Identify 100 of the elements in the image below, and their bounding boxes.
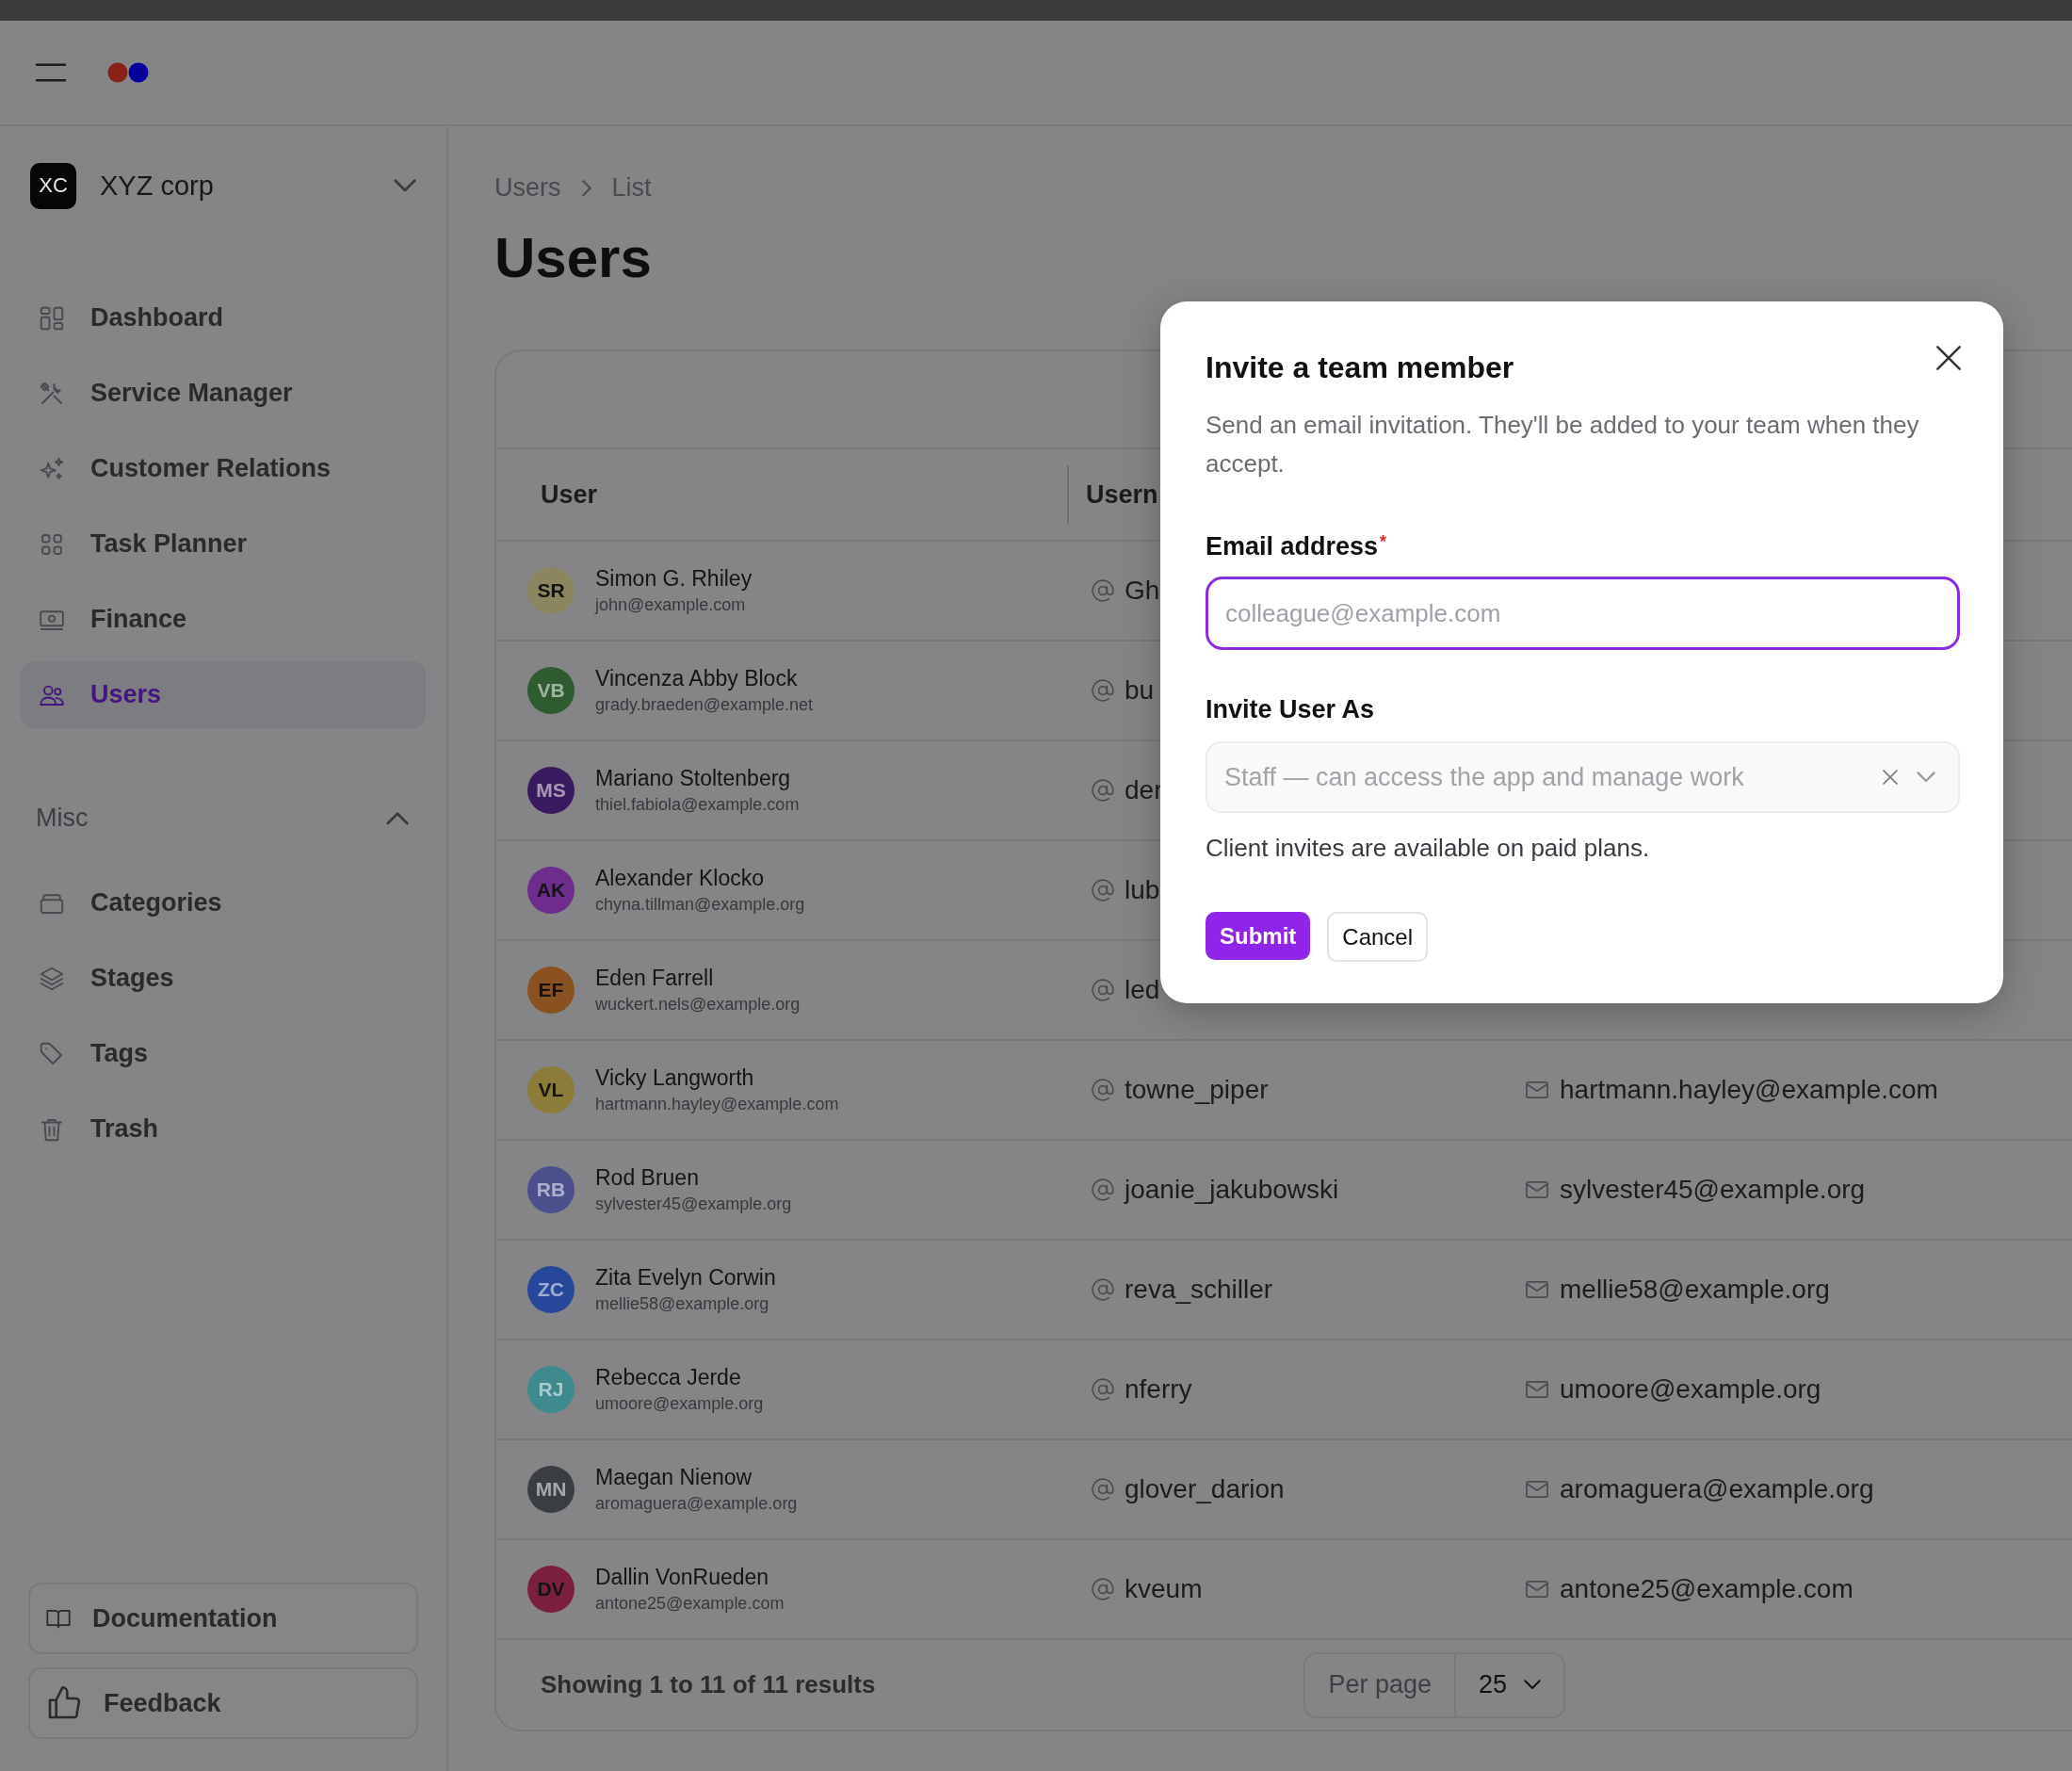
- chevron-right-icon: [581, 179, 591, 197]
- user-avatar: SR: [527, 567, 575, 614]
- user-email: hartmann.hayley@example.com: [595, 1095, 839, 1114]
- sidebar-item[interactable]: Categories: [21, 869, 426, 936]
- user-avatar: VB: [527, 667, 575, 714]
- chevron-down-icon: [1524, 1680, 1542, 1690]
- user-email: sylvester45@example.org: [595, 1194, 792, 1214]
- at-sign-icon: [1091, 878, 1115, 902]
- feedback-button[interactable]: Feedback: [28, 1667, 418, 1739]
- helper-text: Client invites are available on paid plans.: [1206, 834, 1651, 863]
- chevron-down-icon: [394, 179, 416, 192]
- user-name: Alexander Klocko: [595, 866, 765, 891]
- user-email: umoore@example.org: [595, 1394, 764, 1414]
- role-select[interactable]: Staff — can access the app and manage work: [1206, 741, 1960, 813]
- misc-section-header[interactable]: Misc: [36, 804, 409, 833]
- results-summary: Showing 1 to 11 of 11 results: [541, 1670, 876, 1699]
- username: bu: [1125, 675, 1155, 706]
- breadcrumb-link[interactable]: List: [611, 173, 652, 203]
- username: nferry: [1125, 1374, 1192, 1405]
- contact-email: mellie58@example.org: [1560, 1275, 1830, 1305]
- page-title: Users: [494, 225, 653, 290]
- user-email: grady.braeden@example.net: [595, 695, 814, 715]
- user-email: mellie58@example.org: [595, 1294, 770, 1314]
- username: joanie_jakubowski: [1125, 1175, 1339, 1205]
- contact-email: sylvester45@example.org: [1560, 1175, 1866, 1205]
- submit-button[interactable]: Submit: [1206, 912, 1311, 960]
- contact-email: antone25@example.com: [1560, 1574, 1853, 1604]
- user-name: Vincenza Abby Block: [595, 666, 799, 691]
- at-sign-icon: [1091, 1477, 1115, 1502]
- user-avatar: AK: [527, 867, 575, 914]
- field-label: Invite User As: [1206, 695, 1375, 724]
- at-sign-icon: [1091, 1377, 1115, 1402]
- user-name: Zita Evelyn Corwin: [595, 1265, 776, 1291]
- dialog-description: Send an email invitation. They'll be added to your team when they accept.: [1206, 410, 1920, 479]
- sidebar-item[interactable]: Task Planner: [21, 511, 426, 577]
- sidebar-item[interactable]: Customer Relations: [21, 435, 426, 502]
- username: der: [1125, 775, 1163, 805]
- contact-email: umoore@example.org: [1560, 1374, 1821, 1405]
- chevron-up-icon: [386, 811, 409, 825]
- user-email: antone25@example.com: [595, 1594, 785, 1614]
- per-page-select[interactable]: Per page 25: [1303, 1651, 1566, 1718]
- workspace-name: XYZ corp: [100, 170, 215, 202]
- user-email: aromaguera@example.org: [595, 1494, 798, 1514]
- username: reva_schiller: [1125, 1275, 1273, 1305]
- user-name: Vicky Langworth: [595, 1065, 755, 1091]
- cancel-button[interactable]: Cancel: [1327, 912, 1429, 962]
- contact-email: aromaguera@example.org: [1560, 1474, 1874, 1504]
- user-name: Eden Farrell: [595, 966, 715, 991]
- username: led: [1125, 975, 1160, 1005]
- user-avatar: ZC: [527, 1266, 575, 1313]
- at-sign-icon: [1091, 578, 1115, 603]
- at-sign-icon: [1091, 778, 1115, 803]
- username: kveum: [1125, 1574, 1203, 1604]
- sidebar-item[interactable]: Users: [21, 661, 426, 728]
- user-name: Dallin VonRueden: [595, 1565, 770, 1590]
- sidebar-item[interactable]: Dashboard: [21, 284, 426, 351]
- username: Gh: [1125, 576, 1160, 606]
- chevron-down-icon: [1917, 772, 1935, 783]
- user-name: Rod Bruen: [595, 1165, 700, 1191]
- user-email: thiel.fabiola@example.com: [595, 795, 800, 815]
- user-email: wuckert.nels@example.org: [595, 995, 801, 1015]
- breadcrumb-link[interactable]: Users: [494, 173, 561, 203]
- at-sign-icon: [1091, 1178, 1115, 1202]
- at-sign-icon: [1091, 1078, 1115, 1102]
- user-avatar: RJ: [527, 1366, 575, 1413]
- at-sign-icon: [1091, 678, 1115, 703]
- user-avatar: VL: [527, 1066, 575, 1113]
- column-header: User: [541, 479, 598, 510]
- username: lub: [1125, 875, 1160, 905]
- user-email: john@example.com: [595, 595, 747, 615]
- sidebar-item[interactable]: Finance: [21, 586, 426, 653]
- user-avatar: MS: [527, 767, 575, 814]
- logo-icon: [107, 61, 151, 84]
- workspace-switcher[interactable]: XC XYZ corp: [21, 160, 426, 211]
- at-sign-icon: [1091, 1577, 1115, 1601]
- at-sign-icon: [1091, 1277, 1115, 1302]
- dialog-title: Invite a team member: [1206, 350, 1514, 385]
- user-avatar: DV: [527, 1566, 575, 1613]
- documentation-button[interactable]: Documentation: [28, 1583, 418, 1654]
- required-mark: *: [1380, 532, 1387, 552]
- contact-email: hartmann.hayley@example.com: [1560, 1075, 1938, 1105]
- sidebar-item[interactable]: Stages: [21, 945, 426, 1012]
- column-header: Usern: [1086, 479, 1158, 510]
- sidebar-item[interactable]: Trash: [21, 1096, 426, 1162]
- username: glover_darion: [1125, 1474, 1285, 1504]
- user-name: Simon G. Rhiley: [595, 566, 753, 592]
- sidebar-item[interactable]: Service Manager: [21, 360, 426, 427]
- user-name: Mariano Stoltenberg: [595, 766, 792, 791]
- user-name: Maegan Nienow: [595, 1465, 753, 1490]
- email-field[interactable]: colleague@example.com: [1206, 577, 1960, 650]
- user-avatar: MN: [527, 1466, 575, 1513]
- user-name: Rebecca Jerde: [595, 1365, 742, 1390]
- username: towne_piper: [1125, 1075, 1269, 1105]
- workspace-avatar: XC: [30, 162, 76, 209]
- sidebar-item[interactable]: Tags: [21, 1020, 426, 1087]
- user-email: chyna.tillman@example.org: [595, 895, 805, 915]
- field-label: Email address: [1206, 532, 1379, 561]
- user-avatar: RB: [527, 1166, 575, 1213]
- user-avatar: EF: [527, 967, 575, 1014]
- at-sign-icon: [1091, 978, 1115, 1002]
